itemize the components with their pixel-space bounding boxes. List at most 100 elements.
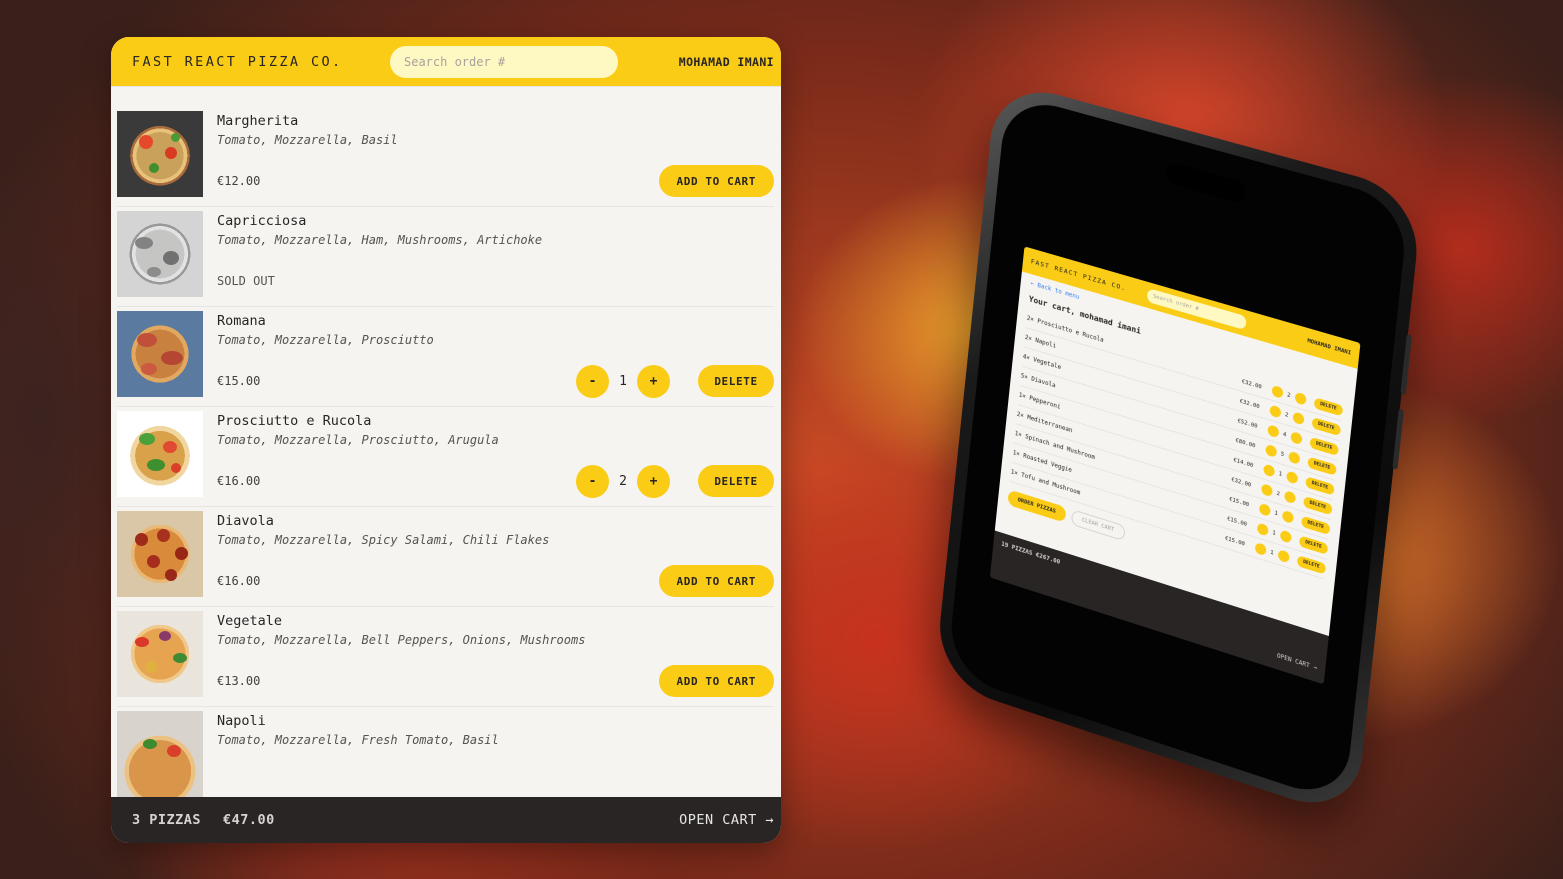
menu-item: Romana Tomato, Mozzarella, Prosciutto €1… xyxy=(117,307,774,407)
phone-cart-item-price: €15.00 xyxy=(1229,496,1249,508)
phone-cart-list: 2× Prosciutto e Rucola €32.00 2 DELETE 2× Na… xyxy=(1010,309,1344,580)
phone-increase-button xyxy=(1286,470,1298,484)
phone-username: MOHAMAD IMANI xyxy=(1307,338,1351,357)
volume-button xyxy=(1392,409,1404,470)
phone-increase-button xyxy=(1279,529,1291,543)
pizza-image xyxy=(117,411,203,497)
phone-screen: FAST REACT PIZZA CO. Search order # MOHA… xyxy=(947,93,1410,804)
phone-item-quantity: 2 xyxy=(1274,489,1283,497)
increase-quantity-button[interactable]: + xyxy=(637,365,670,398)
phone-decrease-button xyxy=(1267,424,1279,438)
cart-total-price: €47.00 xyxy=(223,812,275,828)
phone-item-quantity: 2 xyxy=(1282,411,1291,419)
phone-cart-app: FAST REACT PIZZA CO. Search order # MOHA… xyxy=(990,246,1361,684)
item-quantity: 2 xyxy=(609,474,637,489)
phone-increase-button xyxy=(1284,490,1296,504)
phone-decrease-button xyxy=(1269,404,1281,418)
phone-delete-button: DELETE xyxy=(1296,555,1326,575)
app-window: FAST REACT PIZZA CO. MOHAMAD IMANI Margh… xyxy=(111,37,781,843)
menu-item: Napoli Tomato, Mozzarella, Fresh Tomato,… xyxy=(117,707,774,797)
pizza-ingredients: Tomato, Mozzarella, Fresh Tomato, Basil xyxy=(217,733,774,747)
pizza-ingredients: Tomato, Mozzarella, Spicy Salami, Chili … xyxy=(217,533,774,547)
phone-increase-button xyxy=(1288,451,1300,465)
pizza-name: Romana xyxy=(217,313,774,329)
phone-item-quantity: 5 xyxy=(1278,450,1287,458)
pizza-ingredients: Tomato, Mozzarella, Ham, Mushrooms, Arti… xyxy=(217,233,774,247)
pizza-image xyxy=(117,611,203,697)
phone-cart-item-price: €15.00 xyxy=(1225,535,1245,547)
phone-frame: FAST REACT PIZZA CO. Search order # MOHA… xyxy=(934,78,1423,820)
phone-cart-item-price: €15.00 xyxy=(1227,516,1247,528)
add-to-cart-button[interactable]: ADD TO CART xyxy=(659,565,774,597)
menu-item: Margherita Tomato, Mozzarella, Basil €12… xyxy=(117,107,774,207)
dynamic-island xyxy=(1165,161,1247,205)
phone-item-quantity: 2 xyxy=(1284,391,1293,399)
menu-list: Margherita Tomato, Mozzarella, Basil €12… xyxy=(111,87,781,797)
cart-overview-bar: 3 PIZZAS €47.00 OPEN CART → xyxy=(111,797,781,843)
phone-item-quantity: 1 xyxy=(1268,548,1277,556)
pizza-name: Margherita xyxy=(217,113,774,129)
pizza-ingredients: Tomato, Mozzarella, Basil xyxy=(217,133,774,147)
phone-decrease-button xyxy=(1263,463,1275,477)
add-to-cart-button[interactable]: ADD TO CART xyxy=(659,165,774,197)
pizza-price: €13.00 xyxy=(217,674,260,688)
pizza-name: Napoli xyxy=(217,713,774,729)
menu-item: Prosciutto e Rucola Tomato, Mozzarella, … xyxy=(117,407,774,507)
menu-item: Diavola Tomato, Mozzarella, Spicy Salami… xyxy=(117,507,774,607)
cart-pizza-count: 3 PIZZAS xyxy=(132,812,201,828)
pizza-image xyxy=(117,111,203,197)
decrease-quantity-button[interactable]: - xyxy=(576,365,609,398)
phone-item-quantity: 1 xyxy=(1270,529,1279,537)
add-to-cart-button[interactable]: ADD TO CART xyxy=(659,665,774,697)
pizza-image xyxy=(117,511,203,597)
item-quantity: 1 xyxy=(609,374,637,389)
logo[interactable]: FAST REACT PIZZA CO. xyxy=(132,54,390,70)
pizza-price: €16.00 xyxy=(217,574,260,588)
pizza-image xyxy=(117,311,203,397)
phone-cart-item-price: €52.00 xyxy=(1237,418,1257,430)
delete-button[interactable]: DELETE xyxy=(698,365,774,397)
increase-quantity-button[interactable]: + xyxy=(637,465,670,498)
phone-decrease-button xyxy=(1254,542,1266,556)
phone-increase-button xyxy=(1277,549,1289,563)
menu-item: Capricciosa Tomato, Mozzarella, Ham, Mus… xyxy=(117,207,774,307)
app-header: FAST REACT PIZZA CO. MOHAMAD IMANI xyxy=(111,37,781,87)
phone-item-quantity: 1 xyxy=(1276,470,1285,478)
pizza-price: €12.00 xyxy=(217,174,260,188)
phone-decrease-button xyxy=(1265,444,1277,458)
phone-item-quantity: 4 xyxy=(1280,430,1289,438)
phone-increase-button xyxy=(1290,431,1302,445)
delete-button[interactable]: DELETE xyxy=(698,465,774,497)
pizza-ingredients: Tomato, Mozzarella, Prosciutto xyxy=(217,333,774,347)
pizza-name: Capricciosa xyxy=(217,213,774,229)
phone-open-cart: OPEN CART → xyxy=(1277,652,1318,672)
phone-item-quantity: 1 xyxy=(1272,509,1281,517)
username: MOHAMAD IMANI xyxy=(679,55,774,69)
phone-increase-button xyxy=(1294,392,1306,406)
phone-decrease-button xyxy=(1271,385,1283,399)
open-cart-link[interactable]: OPEN CART → xyxy=(679,812,774,828)
pizza-price: €16.00 xyxy=(217,474,260,488)
sold-out-label: SOLD OUT xyxy=(217,274,275,288)
pizza-image xyxy=(117,211,203,297)
phone-decrease-button xyxy=(1261,483,1273,497)
phone-decrease-button xyxy=(1256,522,1268,536)
phone-cart-item-price: €14.00 xyxy=(1233,457,1253,469)
decrease-quantity-button[interactable]: - xyxy=(576,465,609,498)
phone-increase-button xyxy=(1282,510,1294,524)
pizza-name: Vegetale xyxy=(217,613,774,629)
pizza-image xyxy=(117,711,203,797)
pizza-ingredients: Tomato, Mozzarella, Bell Peppers, Onions… xyxy=(217,633,774,647)
pizza-price: €15.00 xyxy=(217,374,260,388)
pizza-name: Prosciutto e Rucola xyxy=(217,413,774,429)
volume-button xyxy=(1400,334,1412,395)
menu-item: Vegetale Tomato, Mozzarella, Bell Pepper… xyxy=(117,607,774,707)
search-input[interactable] xyxy=(390,46,618,78)
phone-mockup: FAST REACT PIZZA CO. Search order # MOHA… xyxy=(934,78,1423,820)
phone-cart-item-price: €32.00 xyxy=(1239,398,1259,410)
phone-cart-item-price: €32.00 xyxy=(1231,476,1251,488)
pizza-name: Diavola xyxy=(217,513,774,529)
phone-cart-item-price: €80.00 xyxy=(1235,437,1255,449)
pizza-ingredients: Tomato, Mozzarella, Prosciutto, Arugula xyxy=(217,433,774,447)
phone-cart-item-price: €32.00 xyxy=(1241,378,1261,390)
